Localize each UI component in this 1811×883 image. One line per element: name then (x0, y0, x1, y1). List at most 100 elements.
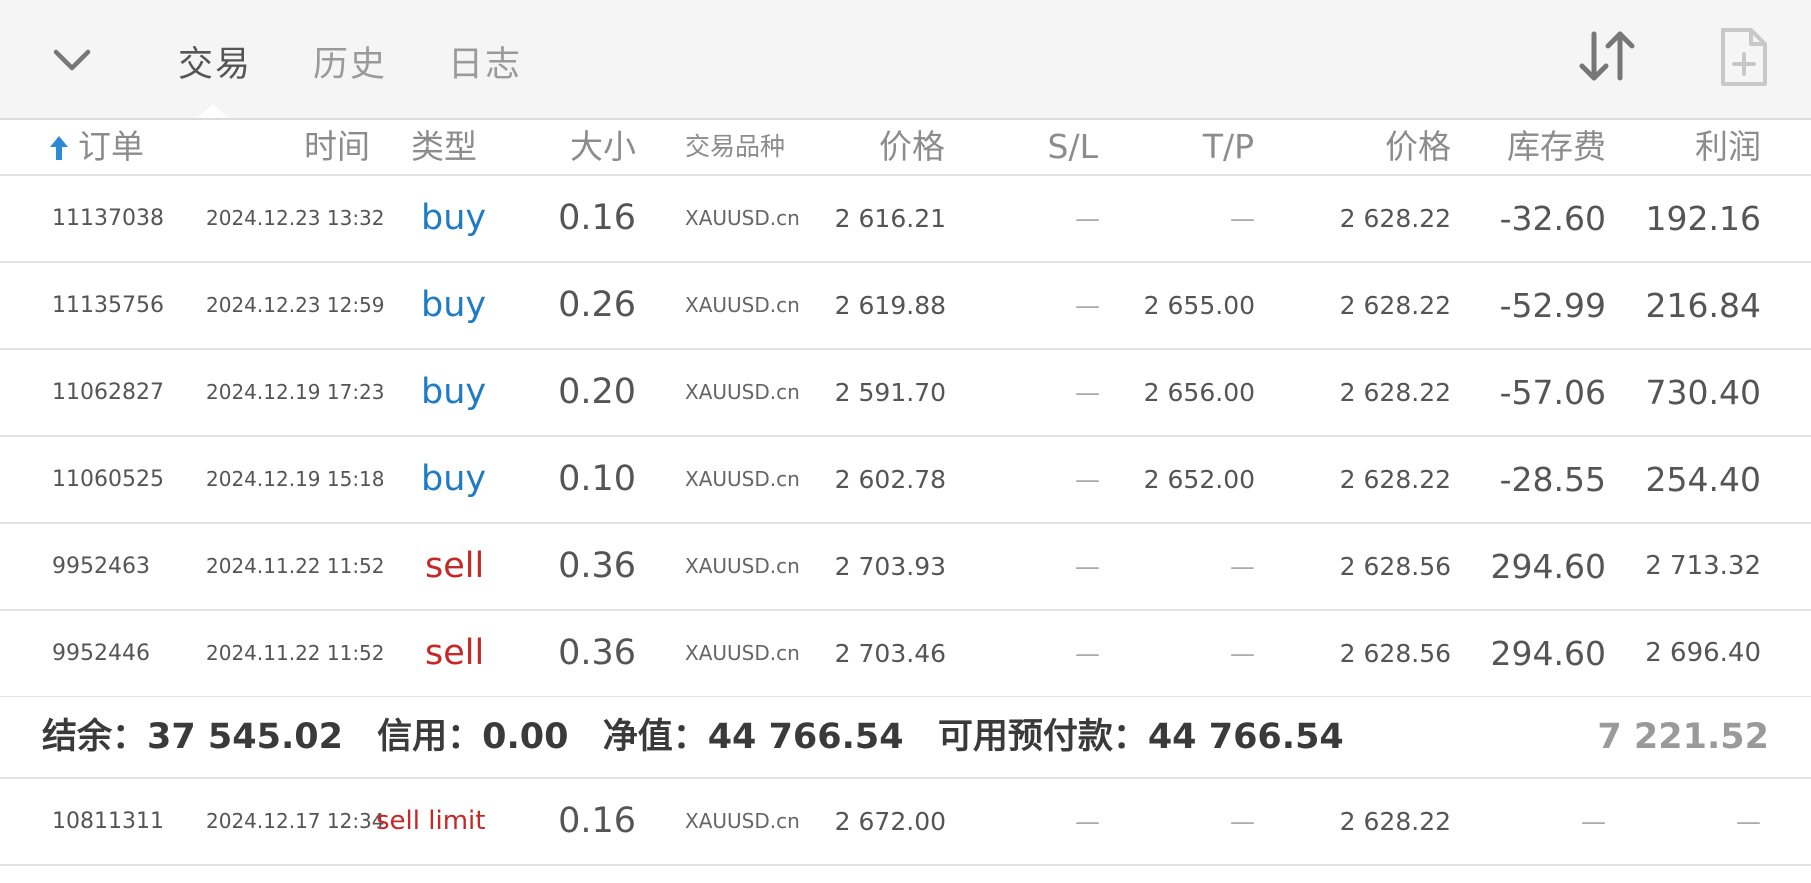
swap-cell: — (1581, 807, 1606, 836)
sl-cell: — (1075, 378, 1100, 407)
price-cell: 2 672.00 (834, 807, 946, 836)
time-cell: 2024.12.23 12:59 (206, 293, 385, 317)
price-cell: 2 602.78 (834, 465, 946, 494)
tp-cell: 2 656.00 (1143, 378, 1255, 407)
tab-journal[interactable]: 日志 (448, 36, 522, 87)
swap-cell: 294.60 (1490, 634, 1606, 673)
profit-cell: 192.16 (1645, 199, 1761, 238)
col-current-price[interactable]: 价格 (1385, 120, 1451, 174)
current-price-cell: 2 628.22 (1339, 291, 1451, 320)
col-symbol[interactable]: 交易品种 (685, 120, 785, 174)
sl-cell: — (1075, 639, 1100, 668)
add-document-icon[interactable] (1717, 26, 1769, 88)
ticket-cell: 11135756 (52, 293, 164, 318)
time-cell: 2024.12.23 13:32 (206, 206, 385, 230)
price-cell: 2 703.46 (834, 639, 946, 668)
profit-cell: 2 713.32 (1645, 551, 1761, 581)
symbol-cell: XAUUSD.cn (685, 554, 800, 578)
credit-label: 信用：0.00 (377, 717, 569, 757)
current-price-cell: 2 628.22 (1339, 807, 1451, 836)
col-sl[interactable]: S/L (1048, 120, 1098, 174)
col-type[interactable]: 类型 (411, 120, 477, 174)
table-row[interactable]: 11060525 2024.12.19 15:18 buy 0.10 XAUUS… (0, 437, 1811, 524)
col-tp[interactable]: T/P (1203, 120, 1254, 174)
symbol-cell: XAUUSD.cn (685, 809, 800, 833)
table-row[interactable]: 11135756 2024.12.23 12:59 buy 0.26 XAUUS… (0, 263, 1811, 350)
col-profit[interactable]: 利润 (1695, 120, 1761, 174)
pending-order-row[interactable]: 10811311 2024.12.17 12:34 sell limit 0.1… (0, 779, 1811, 866)
size-cell: 0.36 (558, 633, 636, 673)
current-price-cell: 2 628.22 (1339, 204, 1451, 233)
col-size[interactable]: 大小 (570, 120, 636, 174)
profit-cell: 730.40 (1645, 373, 1761, 412)
swap-cell: -32.60 (1499, 199, 1606, 238)
tp-cell: — (1230, 807, 1255, 836)
ticket-cell: 11062827 (52, 380, 164, 405)
size-cell: 0.26 (558, 285, 636, 325)
size-cell: 0.16 (558, 198, 636, 238)
size-cell: 0.16 (558, 801, 636, 841)
price-cell: 2 703.93 (834, 552, 946, 581)
tab-trade[interactable]: 交易 (178, 36, 252, 87)
profit-cell: 254.40 (1645, 460, 1761, 499)
table-row[interactable]: 11062827 2024.12.19 17:23 buy 0.20 XAUUS… (0, 350, 1811, 437)
type-cell: buy (421, 198, 487, 238)
swap-cell: -28.55 (1499, 460, 1606, 499)
time-cell: 2024.12.19 15:18 (206, 467, 385, 491)
tab-history[interactable]: 历史 (313, 36, 387, 87)
symbol-cell: XAUUSD.cn (685, 293, 800, 317)
col-price[interactable]: 价格 (879, 120, 945, 174)
current-price-cell: 2 628.56 (1339, 552, 1451, 581)
type-cell: buy (421, 459, 487, 499)
ticket-cell: 10811311 (52, 809, 164, 834)
sl-cell: — (1075, 465, 1100, 494)
symbol-cell: XAUUSD.cn (685, 380, 800, 404)
active-tab-indicator (197, 104, 229, 118)
account-summary[interactable]: 结余：37 545.02 信用：0.00 净值：44 766.54 可用预付款：… (0, 697, 1811, 779)
col-time[interactable]: 时间 (304, 120, 370, 174)
col-ticket[interactable]: 订单 (78, 120, 144, 174)
size-cell: 0.10 (558, 459, 636, 499)
time-cell: 2024.11.22 11:52 (206, 641, 385, 665)
table-row[interactable]: 11137038 2024.12.23 13:32 buy 0.16 XAUUS… (0, 176, 1811, 263)
symbol-cell: XAUUSD.cn (685, 206, 800, 230)
type-cell: buy (421, 372, 487, 412)
tp-cell: 2 655.00 (1143, 291, 1255, 320)
time-cell: 2024.11.22 11:52 (206, 554, 385, 578)
profit-cell: 2 696.40 (1645, 638, 1761, 668)
time-cell: 2024.12.19 17:23 (206, 380, 385, 404)
type-cell: sell limit (376, 806, 486, 836)
profit-cell: — (1736, 807, 1761, 836)
ticket-cell: 9952446 (52, 641, 150, 666)
chevron-down-icon[interactable] (50, 40, 94, 80)
type-cell: sell (425, 546, 485, 586)
arrow-up-icon[interactable] (48, 134, 70, 162)
sl-cell: — (1075, 807, 1100, 836)
balance-label: 结余：37 545.02 (42, 717, 343, 757)
tp-cell: 2 652.00 (1143, 465, 1255, 494)
time-cell: 2024.12.17 12:34 (206, 809, 385, 833)
tp-cell: — (1230, 204, 1255, 233)
table-row[interactable]: 9952463 2024.11.22 11:52 sell 0.36 XAUUS… (0, 524, 1811, 611)
current-price-cell: 2 628.22 (1339, 465, 1451, 494)
swap-cell: 294.60 (1490, 547, 1606, 586)
swap-cell: -57.06 (1499, 373, 1606, 412)
summary-text: 结余：37 545.02 信用：0.00 净值：44 766.54 可用预付款：… (42, 697, 1366, 777)
table-header: 订单 时间 类型 大小 交易品种 价格 S/L T/P 价格 库存费 利润 (0, 120, 1811, 176)
profit-cell: 216.84 (1645, 286, 1761, 325)
sl-cell: — (1075, 291, 1100, 320)
equity-label: 净值：44 766.54 (602, 717, 904, 757)
tp-cell: — (1230, 552, 1255, 581)
current-price-cell: 2 628.22 (1339, 378, 1451, 407)
ticket-cell: 9952463 (52, 554, 150, 579)
price-cell: 2 591.70 (834, 378, 946, 407)
ticket-cell: 11137038 (52, 206, 164, 231)
swap-cell: -52.99 (1499, 286, 1606, 325)
sort-arrows-icon[interactable] (1576, 28, 1638, 84)
col-swap[interactable]: 库存费 (1507, 120, 1606, 174)
type-cell: sell (425, 633, 485, 673)
tp-cell: — (1230, 639, 1255, 668)
table-row[interactable]: 9952446 2024.11.22 11:52 sell 0.36 XAUUS… (0, 611, 1811, 698)
price-cell: 2 616.21 (834, 204, 946, 233)
sl-cell: — (1075, 204, 1100, 233)
